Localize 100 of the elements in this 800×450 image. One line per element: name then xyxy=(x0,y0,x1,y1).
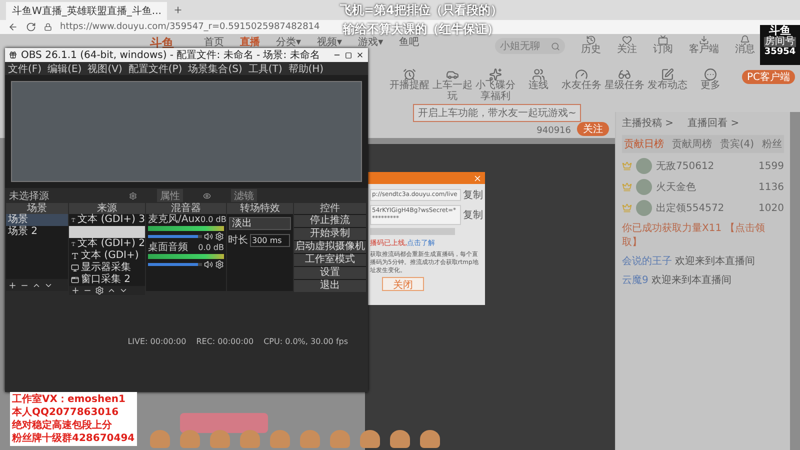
gear-icon[interactable] xyxy=(129,192,137,200)
copy-link[interactable]: 复制 xyxy=(463,188,483,202)
eye-icon[interactable] xyxy=(203,192,211,200)
lock-icon xyxy=(44,23,52,31)
tool-label[interactable]: 上车一起玩 xyxy=(431,81,474,102)
text-icon xyxy=(71,240,76,248)
browser-tab[interactable]: 斗鱼W直播_英雄联盟直播_斗鱼... xyxy=(6,2,168,20)
more-icon[interactable] xyxy=(704,68,717,81)
settings-icon[interactable] xyxy=(95,286,104,295)
settings-icon[interactable] xyxy=(215,260,224,269)
add-icon[interactable] xyxy=(71,286,80,295)
channel-name: 桌面音频 xyxy=(148,243,188,253)
search-field[interactable]: 小姐无聊 xyxy=(495,38,566,54)
duration-field[interactable]: 300 ms xyxy=(250,234,290,246)
ranking-tab[interactable]: 贵宾(4) xyxy=(720,137,754,151)
nav-link[interactable]: 游戏▾ xyxy=(358,35,384,49)
tool-label[interactable]: 连线 xyxy=(528,81,548,92)
header-link[interactable]: 关注 xyxy=(617,45,638,55)
scene-item[interactable]: 场景 2 xyxy=(6,226,68,238)
score: 1599 xyxy=(758,160,784,172)
speaker-icon[interactable] xyxy=(204,260,213,269)
user-name: 火天金色 xyxy=(656,180,697,194)
up-icon[interactable] xyxy=(107,286,116,295)
gift-icon[interactable] xyxy=(360,430,380,448)
sparkle-icon[interactable] xyxy=(489,68,502,81)
nav-link[interactable]: 首页 xyxy=(204,35,224,49)
tool-label[interactable]: 水友任务 xyxy=(562,81,602,92)
gift-icon[interactable] xyxy=(420,430,440,448)
header-link[interactable]: 消息 xyxy=(735,45,756,55)
bell-icon[interactable] xyxy=(740,35,750,45)
nav-link[interactable]: 直播 xyxy=(240,35,260,49)
menu-item[interactable]: 视图(V) xyxy=(88,62,122,76)
heart-icon[interactable] xyxy=(622,35,632,45)
transition-select[interactable]: 淡出 xyxy=(229,217,291,230)
menu-item[interactable]: 工具(T) xyxy=(248,62,282,76)
clock-icon[interactable] xyxy=(586,35,596,45)
glasses-icon[interactable] xyxy=(618,68,631,81)
pc-client-button[interactable]: PC客户端 xyxy=(742,70,796,84)
control-button[interactable]: 退出 xyxy=(294,280,366,292)
maximize-icon[interactable] xyxy=(345,52,352,58)
menu-item[interactable]: 文件(F) xyxy=(8,62,42,76)
crown-icon xyxy=(622,161,632,171)
search-icon[interactable] xyxy=(551,42,560,50)
gauge-icon[interactable] xyxy=(575,68,588,81)
people-icon[interactable] xyxy=(532,68,545,81)
control-button[interactable]: 停止推流 xyxy=(294,215,366,227)
tv-icon[interactable] xyxy=(658,35,668,45)
edit-icon[interactable] xyxy=(661,68,674,81)
close-button[interactable]: 关闭 xyxy=(382,277,424,292)
tool-label[interactable]: 更多 xyxy=(700,81,720,92)
ranking-tab[interactable]: 贡献周榜 xyxy=(672,137,712,151)
ranking-tab[interactable]: 粉丝 xyxy=(762,137,782,151)
menu-item[interactable]: 编辑(E) xyxy=(48,62,82,76)
dock-title: 场景 xyxy=(6,203,68,214)
nav-link[interactable]: 分类▾ xyxy=(276,35,302,49)
menu-item[interactable]: 场景集合(S) xyxy=(188,62,242,76)
source-item[interactable]: 文本 (GDI+) xyxy=(69,250,145,262)
panel-link[interactable]: 直播回看 > xyxy=(688,116,740,130)
control-button[interactable]: 工作室模式 xyxy=(294,254,366,266)
score: 1136 xyxy=(758,182,784,192)
tool-label[interactable]: 小飞碟分享福利 xyxy=(474,81,517,102)
source-status: 未选择源 xyxy=(9,190,50,202)
scene-item[interactable]: 场景 xyxy=(6,214,68,226)
source-item[interactable]: 文本 (GDI+) 2 xyxy=(69,238,145,250)
ranking-tab[interactable]: 贡献日榜 xyxy=(624,137,664,151)
tool-label[interactable]: 星级任务 xyxy=(604,81,644,92)
filters-button[interactable]: 滤镜 xyxy=(231,189,257,202)
nav-link[interactable]: 鱼吧 xyxy=(399,35,420,49)
close-icon[interactable] xyxy=(356,51,364,59)
nav-link[interactable]: 视频▾ xyxy=(317,35,342,49)
panel-link[interactable]: 主播投稿 > xyxy=(622,116,674,130)
header-link[interactable]: 历史 xyxy=(581,45,602,55)
control-button[interactable]: 启动虚拟摄像机 xyxy=(294,241,366,253)
control-button[interactable]: 开始录制 xyxy=(294,228,366,240)
tool-label[interactable]: 开播提醒 xyxy=(390,81,430,92)
source-item[interactable]: 显示器采集 xyxy=(69,262,145,274)
new-tab-icon[interactable] xyxy=(173,5,184,15)
settings-icon[interactable] xyxy=(215,232,224,241)
copy-link[interactable]: 复制 xyxy=(463,208,483,222)
down-icon[interactable] xyxy=(119,286,128,295)
chat-message: 会说的王子 欢迎来到本直播间 xyxy=(622,254,756,268)
add-icon[interactable] xyxy=(8,280,17,290)
menu-item[interactable]: 帮助(H) xyxy=(288,62,324,76)
reload-icon[interactable] xyxy=(26,22,36,32)
menu-item[interactable]: 配置文件(P) xyxy=(128,62,182,76)
alarm-clock-icon[interactable] xyxy=(403,68,416,81)
header-link[interactable]: 订阅 xyxy=(653,45,674,55)
back-icon[interactable] xyxy=(8,22,18,32)
notice-text: 你已成功获取力量X11 【点击领取】 xyxy=(622,222,766,249)
download-icon[interactable] xyxy=(699,35,710,45)
tool-label[interactable]: 发布动态 xyxy=(648,81,688,92)
source-item[interactable]: 文本 (GDI+) 3 xyxy=(69,214,145,226)
header-link[interactable]: 客户端 xyxy=(689,45,720,55)
properties-button[interactable]: 属性 xyxy=(157,189,183,202)
gift-icon[interactable] xyxy=(390,430,410,448)
follow-button[interactable]: 关注 xyxy=(577,122,609,136)
speaker-icon[interactable] xyxy=(204,232,213,241)
source-item[interactable]: 窗口采集 2 xyxy=(69,274,145,286)
rec-status: REC: 00:00:00 xyxy=(196,337,254,346)
control-button[interactable]: 设置 xyxy=(294,267,366,279)
